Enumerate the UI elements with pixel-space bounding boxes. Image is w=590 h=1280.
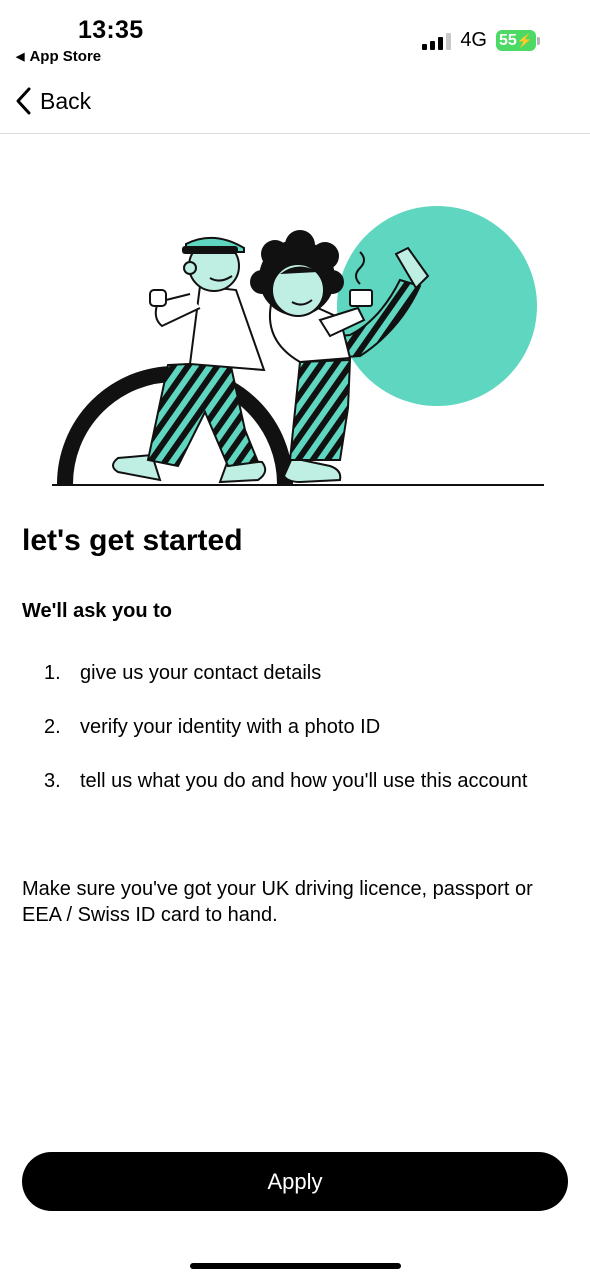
- home-indicator[interactable]: [190, 1263, 401, 1269]
- step-text: verify your identity with a photo ID: [80, 716, 381, 738]
- page-title: let's get started: [22, 524, 243, 557]
- step-number: 1.: [44, 662, 61, 684]
- apply-button[interactable]: Apply: [22, 1152, 568, 1211]
- onboarding-illustration: [52, 206, 544, 486]
- battery-level: 55 ⚡: [496, 30, 536, 51]
- step-number: 3.: [44, 770, 61, 792]
- chevron-left-icon: [16, 87, 31, 115]
- step-text: give us your contact details: [80, 662, 322, 684]
- back-triangle-icon: ◀: [16, 51, 25, 63]
- back-button[interactable]: Back: [14, 86, 91, 116]
- back-label: Back: [40, 87, 92, 114]
- screen: 13:35 ◀ App Store 4G 55 ⚡ Back let's get…: [0, 0, 590, 1280]
- step-item-3: 3. tell us what you do and how you'll us…: [44, 768, 544, 794]
- status-time: 13:35: [78, 16, 144, 44]
- steps-list: 1. give us your contact details 2. verif…: [44, 660, 544, 822]
- network-type: 4G: [460, 29, 487, 51]
- section-subtitle: We'll ask you to: [22, 600, 172, 622]
- id-requirement-note: Make sure you've got your UK driving lic…: [22, 878, 533, 926]
- cellular-signal-icon: [422, 32, 452, 50]
- step-text: tell us what you do and how you'll use t…: [80, 770, 528, 792]
- battery-percent: 55: [499, 31, 517, 49]
- step-number: 2.: [44, 716, 61, 738]
- step-item-1: 1. give us your contact details: [44, 660, 544, 686]
- status-indicators: 4G 55 ⚡: [422, 29, 540, 52]
- app-store-back-link[interactable]: ◀ App Store: [16, 48, 101, 65]
- step-item-2: 2. verify your identity with a photo ID: [44, 714, 544, 740]
- navigation-bar: Back: [0, 76, 590, 134]
- app-store-label: App Store: [29, 48, 102, 65]
- battery-charging-icon: 55 ⚡: [496, 30, 540, 51]
